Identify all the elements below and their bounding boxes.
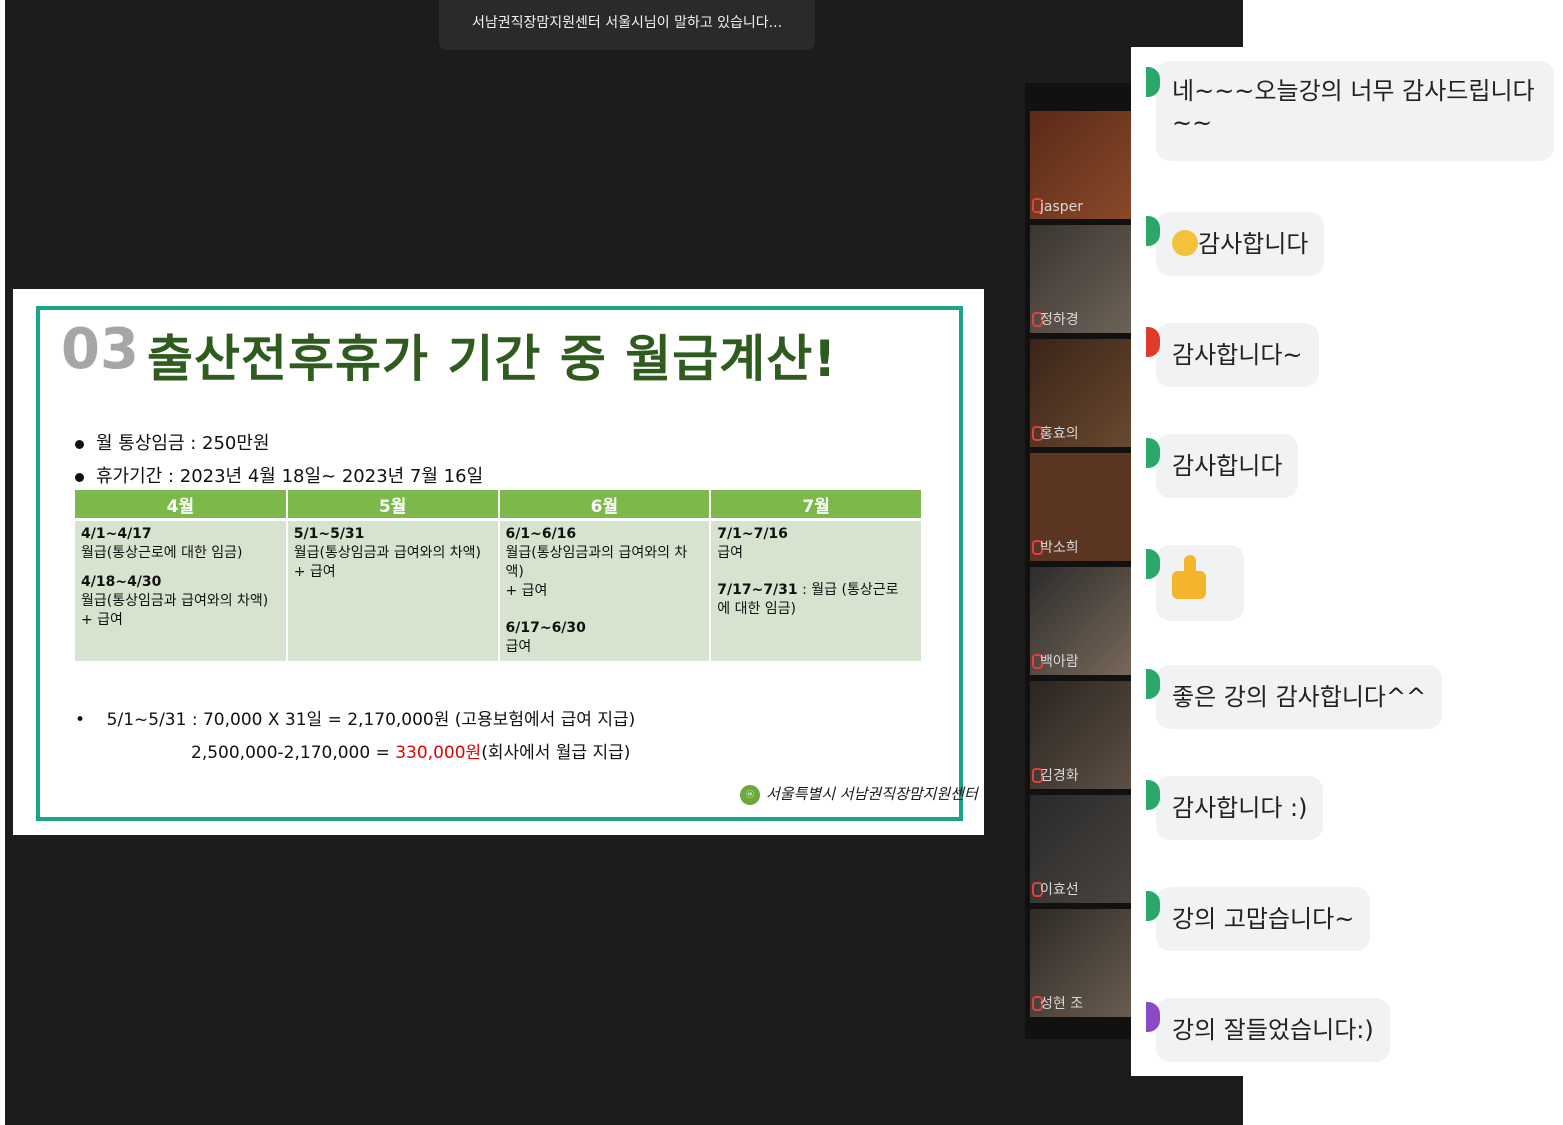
avatar bbox=[1146, 891, 1160, 921]
participant-gallery: jasper 정하경 홍효의 박소희 백아람 김경화 이효선 성현 조 bbox=[1025, 83, 1136, 1039]
center-logo: ⓦ 서울특별시 서남권직장맘지원센터 bbox=[740, 783, 978, 805]
chat-message: 감사합니다 bbox=[1146, 212, 1325, 276]
bullet-dot-icon bbox=[75, 472, 84, 482]
smiling-face-icon bbox=[1172, 230, 1198, 256]
avatar bbox=[1146, 327, 1160, 357]
chat-message: 좋은 강의 감사합니다^^ bbox=[1146, 665, 1443, 729]
table-header: 7월 bbox=[710, 490, 923, 521]
shared-screen-slide: 03 출산전후휴가 기간 중 월급계산! 월 통상임금 : 250만원 휴가기간… bbox=[13, 289, 984, 835]
slide-title: 출산전후휴가 기간 중 월급계산! bbox=[147, 330, 838, 388]
video-stage: 서남권직장맘지원센터 서울시님이 말하고 있습니다... 03 출산전후휴가 기… bbox=[5, 0, 1243, 1125]
chat-panel: 네~~~오늘강의 너무 감사드립니다 ~~ 감사합니다 감사합니다~ 감사합니다 … bbox=[1131, 47, 1563, 1076]
avatar bbox=[1146, 1002, 1160, 1032]
table-cell-july: 7/1~7/16 급여 7/17~7/31 : 월급 (통상근로 에 대한 임금… bbox=[710, 519, 923, 661]
participant-tile[interactable]: 박소희 bbox=[1030, 453, 1136, 561]
participant-tile[interactable]: 성현 조 bbox=[1030, 909, 1136, 1017]
chat-message: 감사합니다 bbox=[1146, 434, 1299, 498]
chat-message: 강의 고맙습니다~ bbox=[1146, 887, 1371, 951]
avatar bbox=[1146, 780, 1160, 810]
monthly-pay-table: 4월 5월 6월 7월 4/1~4/17 월급(통상근로에 대한 임금) 4/1… bbox=[75, 490, 923, 661]
table-header: 6월 bbox=[498, 490, 712, 521]
avatar bbox=[1146, 438, 1160, 468]
slide-number: 03 bbox=[61, 317, 139, 382]
avatar bbox=[1146, 216, 1160, 246]
table-cell-may: 5/1~5/31 월급(통상임금과 급여와의 차액) + 급여 bbox=[286, 519, 500, 661]
participant-tile[interactable]: 홍효의 bbox=[1030, 339, 1136, 447]
chat-message: 강의 잘들었습니다:) bbox=[1146, 998, 1390, 1062]
avatar bbox=[1146, 67, 1160, 97]
leaf-logo-icon: ⓦ bbox=[740, 785, 760, 805]
calc-line-2: 2,500,000-2,170,000 = 330,000원(회사에서 월급 지… bbox=[191, 743, 631, 763]
bullet-dot-icon bbox=[75, 439, 84, 449]
chat-message: 감사합니다~ bbox=[1146, 323, 1319, 387]
participant-tile[interactable]: 정하경 bbox=[1030, 225, 1136, 333]
table-cell-april: 4/1~4/17 월급(통상근로에 대한 임금) 4/18~4/30 월급(통상… bbox=[75, 519, 288, 661]
calc-line-1: • 5/1~5/31 : 70,000 X 31일 = 2,170,000원 (… bbox=[75, 710, 636, 730]
participant-tile[interactable]: 백아람 bbox=[1030, 567, 1136, 675]
bullet-leave-period: 휴가기간 : 2023년 4월 18일~ 2023년 7월 16일 bbox=[75, 462, 483, 488]
participant-tile[interactable]: jasper bbox=[1030, 111, 1136, 219]
active-speaker-banner: 서남권직장맘지원센터 서울시님이 말하고 있습니다... bbox=[439, 0, 815, 50]
table-header: 5월 bbox=[286, 490, 500, 521]
bullet-wage: 월 통상임금 : 250만원 bbox=[75, 429, 270, 455]
participant-tile[interactable]: 김경화 bbox=[1030, 681, 1136, 789]
chat-message: 네~~~오늘강의 너무 감사드립니다 ~~ bbox=[1146, 61, 1554, 161]
participant-tile[interactable]: 이효선 bbox=[1030, 795, 1136, 903]
avatar bbox=[1146, 669, 1160, 699]
avatar bbox=[1146, 549, 1160, 579]
chat-message: 감사합니다 :) bbox=[1146, 776, 1324, 840]
thumbs-up-icon bbox=[1172, 555, 1214, 599]
table-cell-june: 6/1~6/16 월급(통상임금과의 급여와의 차액) + 급여 6/17~6/… bbox=[498, 519, 712, 661]
table-header: 4월 bbox=[75, 490, 288, 521]
chat-message bbox=[1146, 545, 1244, 621]
